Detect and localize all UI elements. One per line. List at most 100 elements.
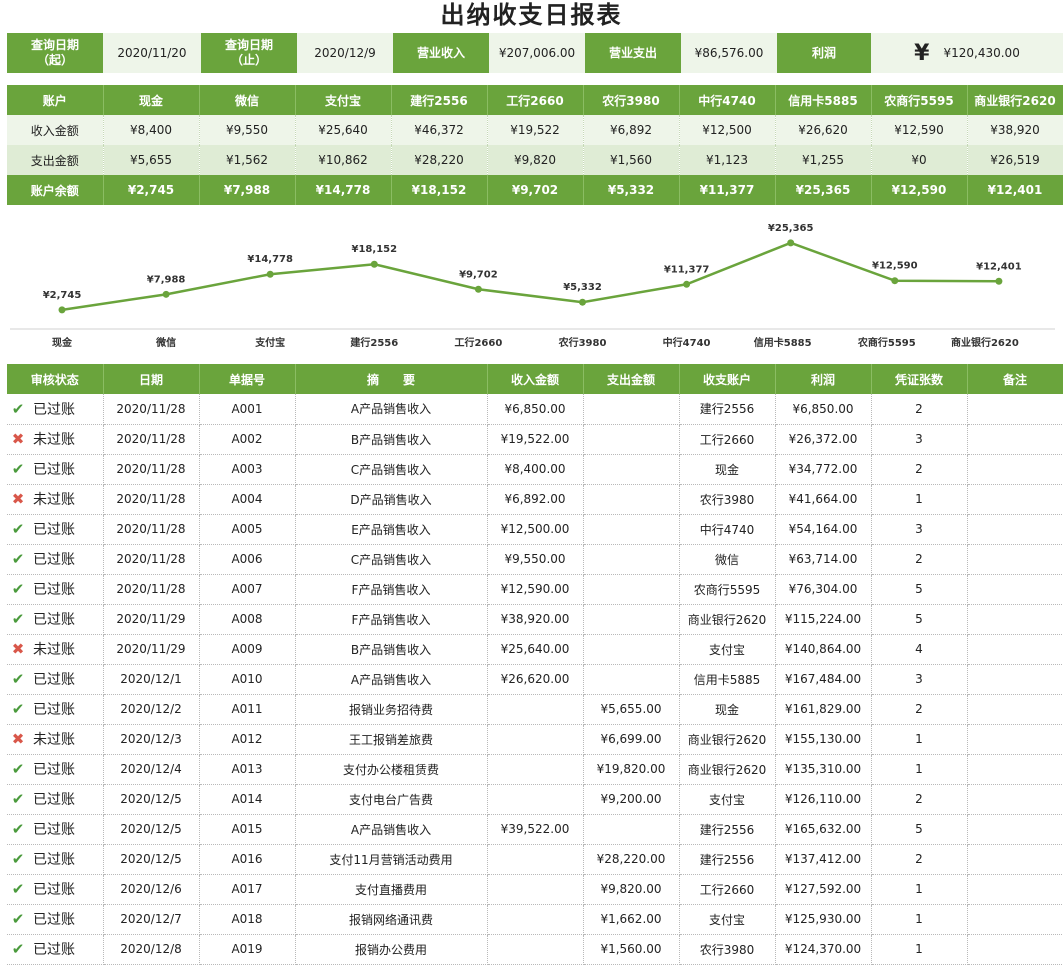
status-cell[interactable]: ✖ 未过账 xyxy=(7,634,104,665)
column-header-8[interactable]: 凭证张数 xyxy=(871,364,968,394)
cell-date[interactable]: 2020/12/3 xyxy=(103,724,200,755)
cell-memo[interactable]: A产品销售收入 xyxy=(295,394,488,425)
cell-account[interactable]: 农行3980 xyxy=(679,934,776,965)
cell-profit[interactable]: ¥41,664.00 xyxy=(775,484,872,515)
cell-income[interactable]: ¥19,522.00 xyxy=(487,424,584,455)
cell-note[interactable] xyxy=(967,694,1063,725)
cell-account[interactable]: 建行2556 xyxy=(679,844,776,875)
cell-vouchers[interactable]: 2 xyxy=(871,544,968,575)
cell-income[interactable] xyxy=(487,694,584,725)
cell-doc[interactable]: A016 xyxy=(199,844,296,875)
cell-income[interactable] xyxy=(487,874,584,905)
start-date-value[interactable]: 2020/11/20 xyxy=(103,33,201,73)
cell-date[interactable]: 2020/11/28 xyxy=(103,454,200,485)
cell-note[interactable] xyxy=(967,634,1063,665)
cell-expense[interactable]: ¥6,699.00 xyxy=(583,724,680,755)
cell-date[interactable]: 2020/12/7 xyxy=(103,904,200,935)
cell-note[interactable] xyxy=(967,604,1063,635)
status-cell[interactable]: ✔ 已过账 xyxy=(7,454,104,485)
cell-profit[interactable]: ¥155,130.00 xyxy=(775,724,872,755)
cell-vouchers[interactable]: 5 xyxy=(871,574,968,605)
status-cell[interactable]: ✔ 已过账 xyxy=(7,814,104,845)
table-row[interactable]: ✖ 未过账 2020/11/29 A009 B产品销售收入 ¥25,640.00 支付宝 ¥1… xyxy=(7,634,1063,665)
table-row[interactable]: ✔ 已过账 2020/12/1 A010 A产品销售收入 ¥26,620.00 信用卡588… xyxy=(7,664,1063,695)
cell-memo[interactable]: 王工报销差旅费 xyxy=(295,724,488,755)
cell-doc[interactable]: A005 xyxy=(199,514,296,545)
cell-income[interactable] xyxy=(487,934,584,965)
cell-expense[interactable] xyxy=(583,544,680,575)
cell-vouchers[interactable]: 1 xyxy=(871,484,968,515)
cell-date[interactable]: 2020/12/2 xyxy=(103,694,200,725)
cell-note[interactable] xyxy=(967,724,1063,755)
cell-account[interactable]: 支付宝 xyxy=(679,904,776,935)
table-row[interactable]: ✔ 已过账 2020/11/28 A003 C产品销售收入 ¥8,400.00 现金 ¥34,… xyxy=(7,454,1063,485)
cell-memo[interactable]: F产品销售收入 xyxy=(295,574,488,605)
cell-profit[interactable]: ¥165,632.00 xyxy=(775,814,872,845)
cell-account[interactable]: 支付宝 xyxy=(679,784,776,815)
cell-expense[interactable] xyxy=(583,394,680,425)
cell-expense[interactable]: ¥5,655.00 xyxy=(583,694,680,725)
cell-date[interactable]: 2020/11/28 xyxy=(103,574,200,605)
status-cell[interactable]: ✔ 已过账 xyxy=(7,874,104,905)
cell-account[interactable]: 工行2660 xyxy=(679,874,776,905)
table-row[interactable]: ✔ 已过账 2020/11/28 A006 C产品销售收入 ¥9,550.00 微信 ¥63,… xyxy=(7,544,1063,575)
cell-profit[interactable]: ¥76,304.00 xyxy=(775,574,872,605)
cell-account[interactable]: 中行4740 xyxy=(679,514,776,545)
cell-date[interactable]: 2020/12/5 xyxy=(103,784,200,815)
cell-date[interactable]: 2020/12/5 xyxy=(103,814,200,845)
cell-income[interactable]: ¥9,550.00 xyxy=(487,544,584,575)
end-date-value[interactable]: 2020/12/9 xyxy=(297,33,393,73)
status-cell[interactable]: ✔ 已过账 xyxy=(7,784,104,815)
cell-account[interactable]: 商业银行2620 xyxy=(679,724,776,755)
status-cell[interactable]: ✔ 已过账 xyxy=(7,694,104,725)
cell-note[interactable] xyxy=(967,934,1063,965)
cell-expense[interactable] xyxy=(583,484,680,515)
cell-memo[interactable]: A产品销售收入 xyxy=(295,664,488,695)
cell-account[interactable]: 现金 xyxy=(679,454,776,485)
cell-expense[interactable] xyxy=(583,664,680,695)
cell-note[interactable] xyxy=(967,394,1063,425)
cell-income[interactable] xyxy=(487,844,584,875)
cell-expense[interactable] xyxy=(583,814,680,845)
cell-doc[interactable]: A004 xyxy=(199,484,296,515)
cell-profit[interactable]: ¥161,829.00 xyxy=(775,694,872,725)
cell-income[interactable]: ¥26,620.00 xyxy=(487,664,584,695)
status-cell[interactable]: ✖ 未过账 xyxy=(7,424,104,455)
cell-profit[interactable]: ¥125,930.00 xyxy=(775,904,872,935)
cell-vouchers[interactable]: 2 xyxy=(871,844,968,875)
cell-doc[interactable]: A003 xyxy=(199,454,296,485)
cell-account[interactable]: 建行2556 xyxy=(679,814,776,845)
cell-note[interactable] xyxy=(967,814,1063,845)
cell-income[interactable] xyxy=(487,904,584,935)
cell-date[interactable]: 2020/12/6 xyxy=(103,874,200,905)
cell-memo[interactable]: 支付办公楼租赁费 xyxy=(295,754,488,785)
cell-memo[interactable]: F产品销售收入 xyxy=(295,604,488,635)
cell-note[interactable] xyxy=(967,844,1063,875)
cell-memo[interactable]: 报销业务招待费 xyxy=(295,694,488,725)
cell-income[interactable]: ¥6,850.00 xyxy=(487,394,584,425)
cell-memo[interactable]: 支付11月营销活动费用 xyxy=(295,844,488,875)
cell-note[interactable] xyxy=(967,784,1063,815)
cell-profit[interactable]: ¥127,592.00 xyxy=(775,874,872,905)
cell-profit[interactable]: ¥124,370.00 xyxy=(775,934,872,965)
cell-profit[interactable]: ¥34,772.00 xyxy=(775,454,872,485)
cell-account[interactable]: 建行2556 xyxy=(679,394,776,425)
cell-note[interactable] xyxy=(967,664,1063,695)
cell-income[interactable]: ¥38,920.00 xyxy=(487,604,584,635)
cell-profit[interactable]: ¥54,164.00 xyxy=(775,514,872,545)
cell-note[interactable] xyxy=(967,574,1063,605)
cell-vouchers[interactable]: 2 xyxy=(871,454,968,485)
column-header-1[interactable]: 日期 xyxy=(103,364,200,394)
cell-profit[interactable]: ¥126,110.00 xyxy=(775,784,872,815)
table-row[interactable]: ✔ 已过账 2020/12/4 A013 支付办公楼租赁费 ¥19,820.00 商业银行2… xyxy=(7,754,1063,785)
cell-income[interactable]: ¥12,500.00 xyxy=(487,514,584,545)
cell-date[interactable]: 2020/12/4 xyxy=(103,754,200,785)
cell-vouchers[interactable]: 2 xyxy=(871,784,968,815)
cell-income[interactable]: ¥39,522.00 xyxy=(487,814,584,845)
cell-note[interactable] xyxy=(967,754,1063,785)
cell-income[interactable] xyxy=(487,724,584,755)
table-row[interactable]: ✖ 未过账 2020/12/3 A012 王工报销差旅费 ¥6,699.00 商业银行262… xyxy=(7,724,1063,755)
column-header-0[interactable]: 审核状态 xyxy=(7,364,104,394)
cell-account[interactable]: 现金 xyxy=(679,694,776,725)
cell-expense[interactable] xyxy=(583,454,680,485)
